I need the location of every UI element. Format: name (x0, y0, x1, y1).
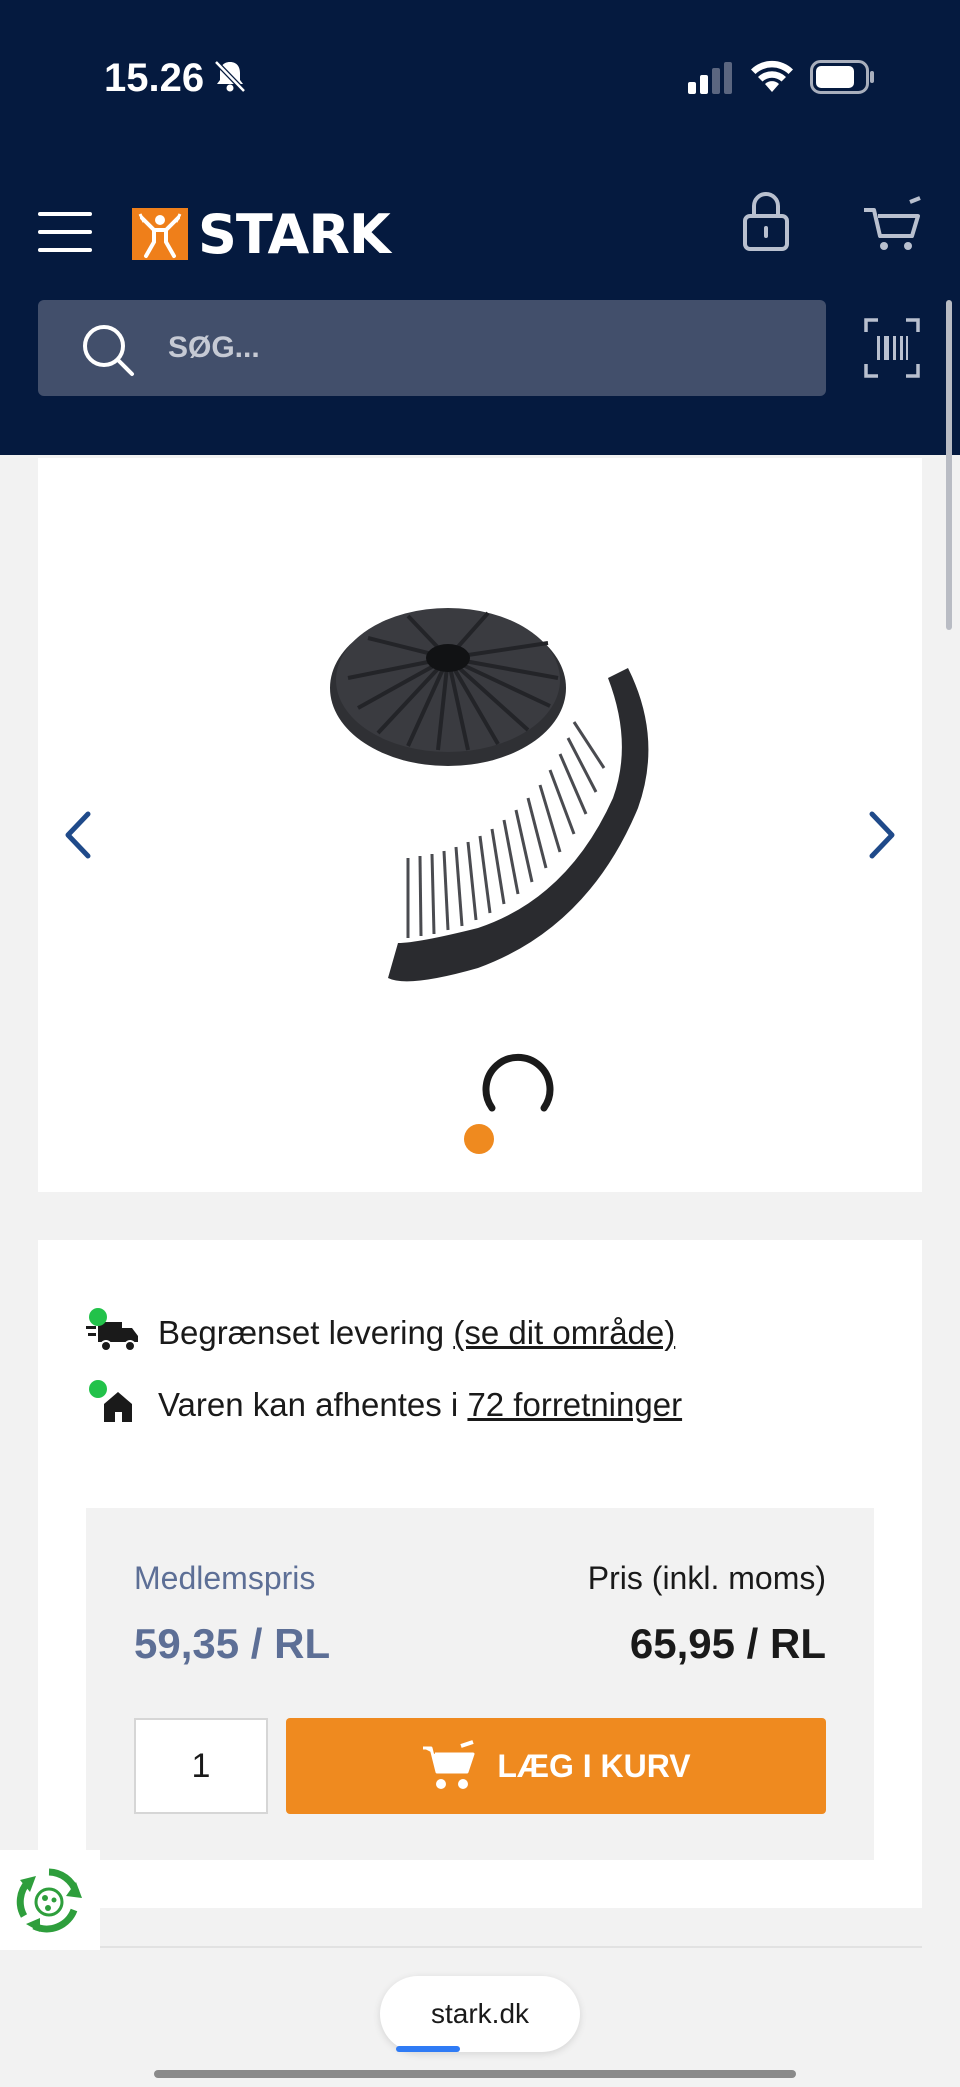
lock-icon[interactable] (742, 190, 790, 252)
bell-muted-icon (214, 60, 246, 93)
status-time: 15.26 (104, 56, 205, 100)
quantity-input[interactable] (134, 1718, 268, 1814)
price-value: 65,95 / RL (629, 1620, 826, 1667)
pickup-stores-link[interactable]: 72 forretninger (467, 1386, 682, 1423)
status-dot-green (89, 1308, 107, 1326)
loading-spinner-icon (482, 1053, 554, 1112)
store-house-icon (89, 1380, 132, 1422)
carousel-next-icon[interactable] (864, 810, 900, 860)
delivery-area-link[interactable]: (se dit område) (453, 1314, 675, 1351)
browser-url: stark.dk (430, 1998, 530, 2029)
search-input[interactable] (168, 300, 808, 396)
logo-mark-icon (132, 208, 188, 260)
delivery-truck-icon (86, 1308, 138, 1352)
price-box: Medlemspris 59,35 / RL Pris (inkl. moms)… (86, 1508, 874, 1860)
add-to-cart-button[interactable]: LÆG I KURV (286, 1718, 826, 1814)
search-icon[interactable] (80, 322, 136, 378)
barcode-scan-icon[interactable] (864, 318, 920, 378)
add-to-cart-label: LÆG I KURV (497, 1747, 691, 1784)
app-header: 15.26 STARK SØG... (0, 0, 960, 455)
price-label: Pris (inkl. moms) (587, 1560, 826, 1596)
page-scrollbar[interactable] (946, 300, 952, 630)
member-price-label: Medlemspris (134, 1560, 316, 1596)
wifi-icon (751, 60, 793, 92)
recycle-icon (16, 1868, 82, 1933)
shopping-cart-icon[interactable] (862, 196, 922, 254)
brand-name: STARK (198, 202, 391, 266)
page-load-progress (396, 2046, 460, 2052)
cart-icon (423, 1740, 475, 1789)
search-bar (38, 300, 826, 396)
status-dot-green (89, 1380, 107, 1398)
battery-icon (810, 60, 874, 94)
product-image (330, 608, 649, 982)
carousel-dot-active[interactable] (464, 1124, 494, 1154)
hamburger-menu-button[interactable] (38, 208, 94, 254)
stark-logo[interactable]: STARK (132, 203, 391, 266)
browser-url-pill[interactable]: stark.dk (380, 1976, 580, 2052)
carousel-prev-icon[interactable] (60, 810, 96, 860)
delivery-text: Begrænset levering (158, 1314, 454, 1351)
member-price-value: 59,35 / RL (134, 1620, 331, 1667)
pickup-text: Varen kan afhentes i (158, 1386, 468, 1423)
eco-recycle-badge[interactable] (0, 1850, 100, 1950)
status-bar: 15.26 (0, 0, 960, 160)
signal-icon (688, 62, 732, 94)
section-divider (100, 1946, 922, 1948)
home-indicator[interactable] (154, 2070, 796, 2078)
